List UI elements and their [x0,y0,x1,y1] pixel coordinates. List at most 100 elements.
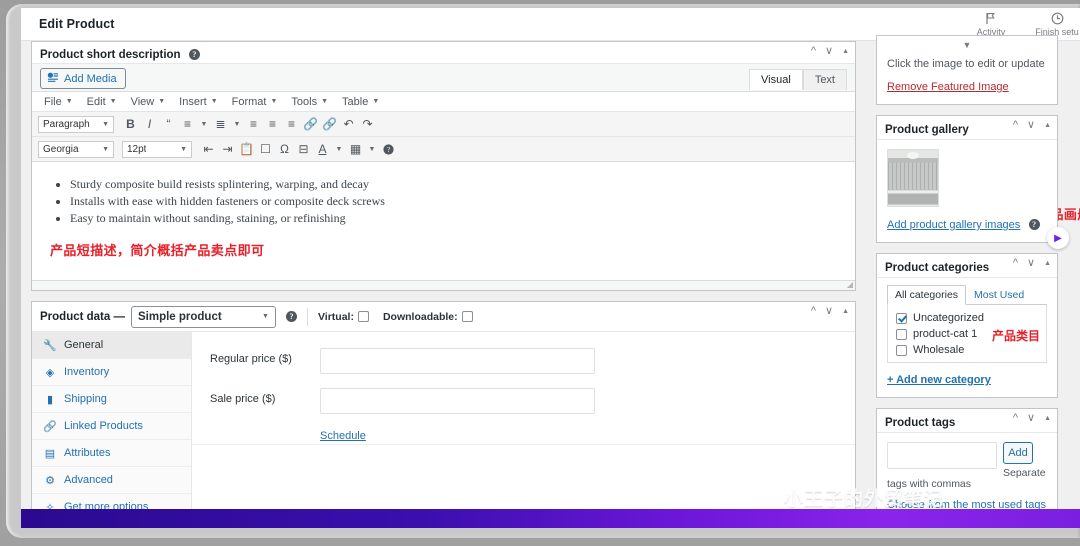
toggle-panel-icon[interactable]: ▲ [842,306,849,317]
downloadable-checkbox-group[interactable]: Downloadable: [383,311,473,323]
blockquote-icon[interactable]: “ [160,116,177,133]
chevron-down-icon[interactable]: ▼ [231,116,243,133]
help-icon[interactable]: ? [285,311,297,322]
numbered-list-icon[interactable]: ≣ [212,116,229,133]
outdent-icon[interactable]: ⇤ [200,141,217,158]
finish-setup-button[interactable]: Finish setu [1032,10,1080,37]
move-down-icon[interactable]: ∨ [1027,413,1035,424]
undo-icon[interactable]: ↶ [340,116,357,133]
menu-table[interactable]: Table ▼ [336,94,385,110]
tab-most-used[interactable]: Most Used [966,285,1032,305]
category-row[interactable]: Wholesale [896,344,1038,356]
bullet-list-icon[interactable]: ≡ [179,116,196,133]
insert-link-icon[interactable]: 🔗 [302,116,319,133]
chevron-down-icon[interactable]: ▼ [333,141,345,158]
bold-icon[interactable]: B [122,116,139,133]
special-character-icon[interactable]: Ω [276,141,293,158]
product-tags-panel: Product tags ^ ∨ ▲ Add Separate tags wit… [876,408,1058,523]
table-icon[interactable]: ▦ [347,141,364,158]
indent-icon[interactable]: ⇥ [219,141,236,158]
product-type-select[interactable]: Simple product ▼ [130,305,276,328]
text-color-icon[interactable]: A [314,141,331,158]
virtual-checkbox-group[interactable]: Virtual: [318,311,369,323]
gallery-thumbnail[interactable] [887,149,939,207]
add-tag-button[interactable]: Add [1003,442,1033,464]
move-up-icon[interactable]: ^ [1013,258,1018,269]
move-up-icon[interactable]: ^ [1013,413,1018,424]
featured-image-hint: Click the image to edit or update [887,58,1045,70]
clear-formatting-icon[interactable]: ☐ [257,141,274,158]
product-data-header: Product data — Simple product ▼ ? Virtua… [32,302,855,332]
read-more-icon[interactable]: ⊟ [295,141,312,158]
editor-mode-tabs: Visual Text [749,69,847,90]
menu-view[interactable]: View ▼ [125,94,172,110]
category-checkbox-product-cat-1[interactable] [896,328,907,340]
move-up-icon[interactable]: ^ [811,46,816,57]
toggle-panel-icon[interactable]: ▲ [1044,120,1051,131]
move-up-icon[interactable]: ^ [1013,120,1018,131]
add-gallery-images-link[interactable]: Add product gallery images [887,219,1020,231]
short-description-header: Product short description ? ^ ∨ ▲ [32,42,855,64]
short-description-annotation: 产品短描述，简介概括产品卖点即可 [50,243,265,258]
toggle-panel-icon[interactable]: ▲ [1044,258,1051,269]
downloadable-checkbox[interactable] [461,311,473,322]
toggle-panel-icon[interactable]: ▲ [1044,413,1051,424]
product-data-panel: Product data — Simple product ▼ ? Virtua… [31,301,856,521]
redo-icon[interactable]: ↷ [359,116,376,133]
font-family-select[interactable]: Georgia ▼ [38,140,114,158]
font-size-value: 12pt [127,143,147,155]
align-left-icon[interactable]: ≡ [245,116,262,133]
tab-linked-products[interactable]: 🔗 Linked Products [32,413,191,440]
move-up-icon[interactable]: ^ [811,306,816,317]
panel-controls: ^ ∨ ▲ [1013,258,1051,269]
format-select[interactable]: Paragraph ▼ [38,115,114,133]
move-down-icon[interactable]: ∨ [825,46,833,57]
tab-shipping[interactable]: ▮ Shipping [32,386,191,413]
sidebar-collapse-handle[interactable]: ▶ [1047,227,1069,249]
product-categories-title: Product categories [885,262,990,274]
resize-handle-icon[interactable]: ◢ [847,280,853,289]
remove-featured-image-link[interactable]: Remove Featured Image [887,81,1009,93]
tag-input[interactable] [887,442,997,469]
move-down-icon[interactable]: ∨ [1027,120,1035,131]
editor-content-area[interactable]: Sturdy composite build resists splinteri… [32,162,1080,280]
move-down-icon[interactable]: ∨ [1027,258,1035,269]
menu-format[interactable]: Format ▼ [226,94,284,110]
regular-price-input[interactable] [320,348,595,374]
tab-general[interactable]: 🔧 General [32,332,191,359]
virtual-checkbox[interactable] [357,311,369,322]
tab-advanced[interactable]: ⚙ Advanced [32,467,191,494]
sale-price-input[interactable] [320,388,595,414]
category-checkbox-wholesale[interactable] [896,344,907,356]
schedule-link[interactable]: Schedule [320,430,366,442]
menu-file[interactable]: File ▼ [38,94,79,110]
menu-edit[interactable]: Edit ▼ [81,94,123,110]
align-center-icon[interactable]: ≡ [264,116,281,133]
tab-visual[interactable]: Visual [749,69,803,90]
category-row[interactable]: Uncategorized [896,312,1038,324]
align-right-icon[interactable]: ≡ [283,116,300,133]
menu-tools[interactable]: Tools ▼ [285,94,334,110]
add-new-category-link[interactable]: + Add new category [887,374,991,386]
panel-controls: ^ ∨ ▲ [1013,120,1051,131]
keyboard-shortcuts-icon[interactable]: ? [380,141,397,158]
tab-attributes[interactable]: ▤ Attributes [32,440,191,467]
tab-inventory[interactable]: ◈ Inventory [32,359,191,386]
italic-icon[interactable]: I [141,116,158,133]
chevron-down-icon[interactable]: ▼ [198,116,210,133]
paste-as-text-icon[interactable]: 📋 [238,141,255,158]
font-size-select[interactable]: 12pt ▼ [122,140,192,158]
tab-text[interactable]: Text [802,69,847,90]
add-media-button[interactable]: Add Media [40,68,126,89]
unlink-icon[interactable]: 🔗 [321,116,338,133]
activity-button[interactable]: Activity [966,10,1016,37]
help-icon[interactable]: ? [188,49,200,60]
category-checkbox-uncategorized[interactable] [896,312,907,324]
toggle-panel-icon[interactable]: ▲ [842,46,849,57]
menu-insert[interactable]: Insert ▼ [173,94,223,110]
tag-add-wrap: Add Separate [1003,442,1048,479]
tab-all-categories[interactable]: All categories [887,285,967,305]
chevron-down-icon[interactable]: ▼ [366,141,378,158]
move-down-icon[interactable]: ∨ [825,306,833,317]
help-icon[interactable]: ? [1028,219,1040,230]
